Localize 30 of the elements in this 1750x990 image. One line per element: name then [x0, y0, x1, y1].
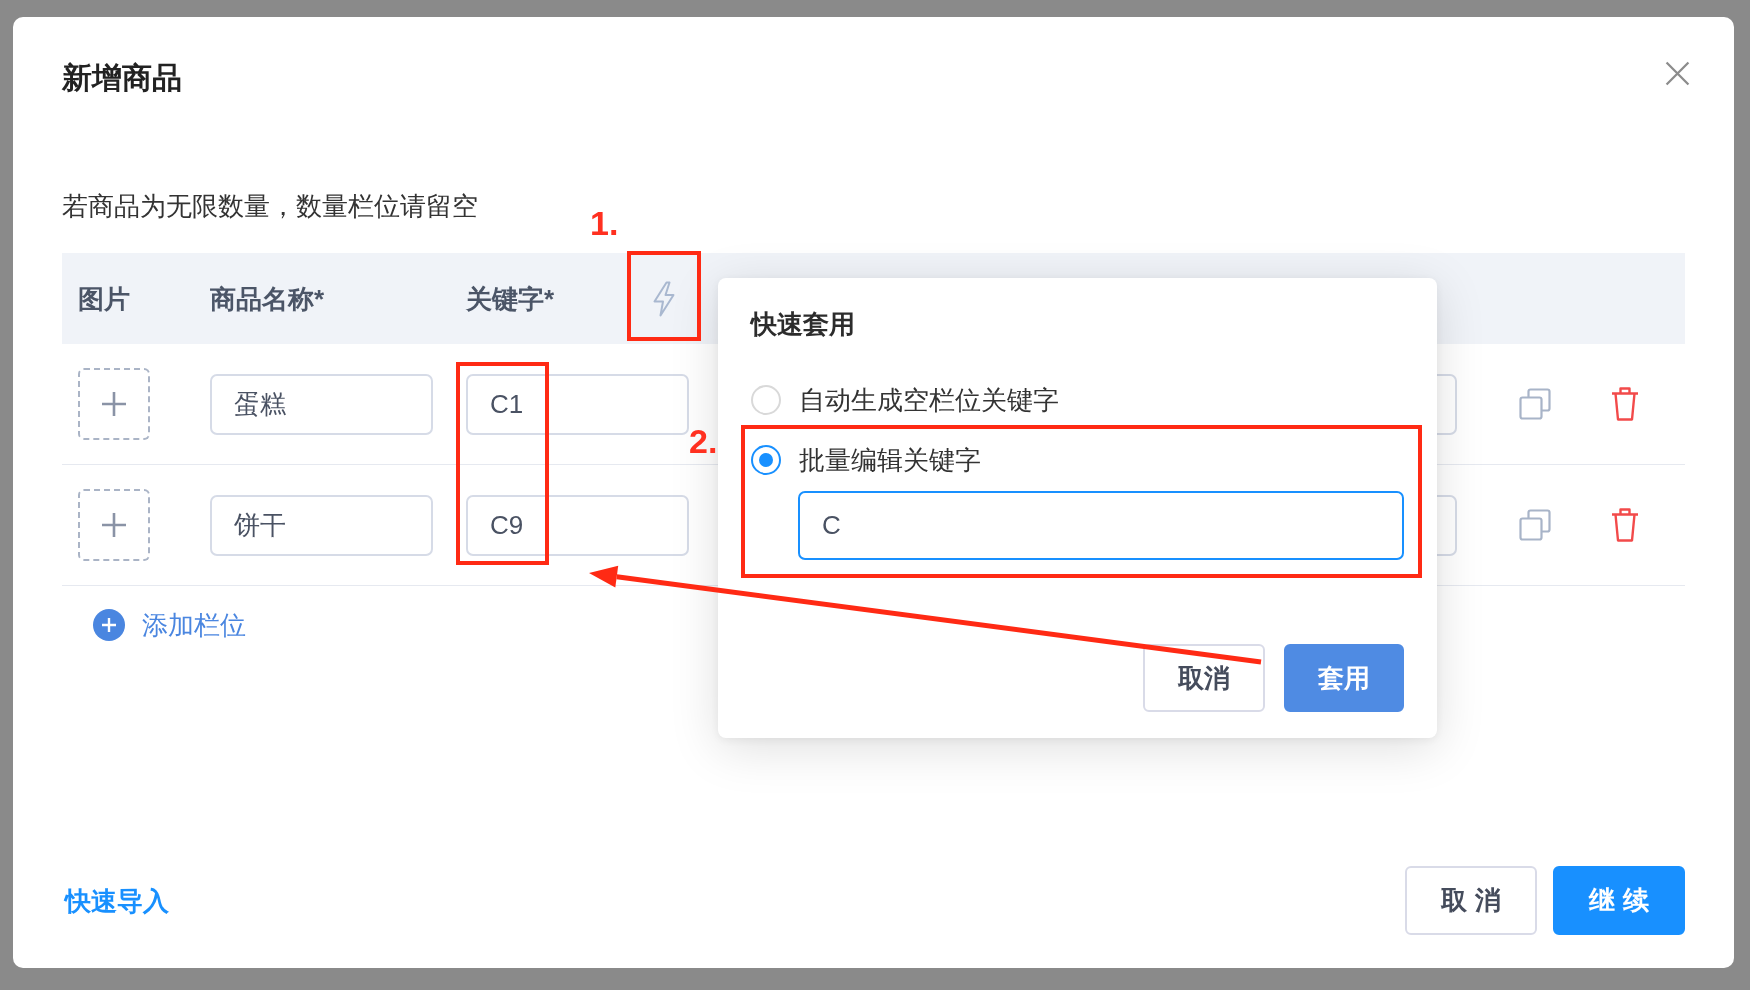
radio-button[interactable]: [751, 445, 781, 475]
text-input[interactable]: C: [798, 491, 1404, 560]
popover-title: 快速套用: [751, 308, 855, 341]
name-input[interactable]: 饼干: [210, 494, 433, 556]
upload-button[interactable]: [78, 368, 150, 440]
option-label: 自动生成空栏位关键字: [799, 384, 1059, 417]
cancel-button[interactable]: 取 消: [1405, 866, 1537, 935]
annotation-label: 2.: [689, 421, 718, 461]
trash-icon[interactable]: [1611, 508, 1639, 542]
keyword-input[interactable]: C9: [466, 494, 689, 556]
annotation-label: 1.: [590, 203, 619, 243]
upload-button[interactable]: [78, 489, 150, 561]
column-header: 图片: [78, 282, 130, 316]
plus-circle-icon: [93, 609, 125, 641]
plus-icon: [102, 392, 126, 416]
close-icon[interactable]: [1665, 60, 1690, 86]
hint-text: 若商品为无限数量，数量栏位请留空: [62, 190, 478, 223]
copy-icon[interactable]: [1519, 388, 1551, 420]
name-input[interactable]: 蛋糕: [210, 373, 433, 435]
plus-icon: [102, 513, 126, 537]
lightning-icon[interactable]: [651, 280, 677, 317]
column-header: 关键字*: [466, 282, 555, 316]
add-row-link[interactable]: 添加栏位: [93, 607, 246, 643]
keyword-input[interactable]: C1: [466, 373, 689, 435]
cancel-button[interactable]: 取消: [1143, 644, 1265, 712]
dialog-title: 新增商品: [62, 60, 182, 96]
option-label: 批量编辑关键字: [799, 444, 981, 477]
copy-icon[interactable]: [1519, 509, 1551, 541]
trash-icon[interactable]: [1611, 387, 1639, 421]
column-header: 商品名称*: [210, 282, 325, 316]
